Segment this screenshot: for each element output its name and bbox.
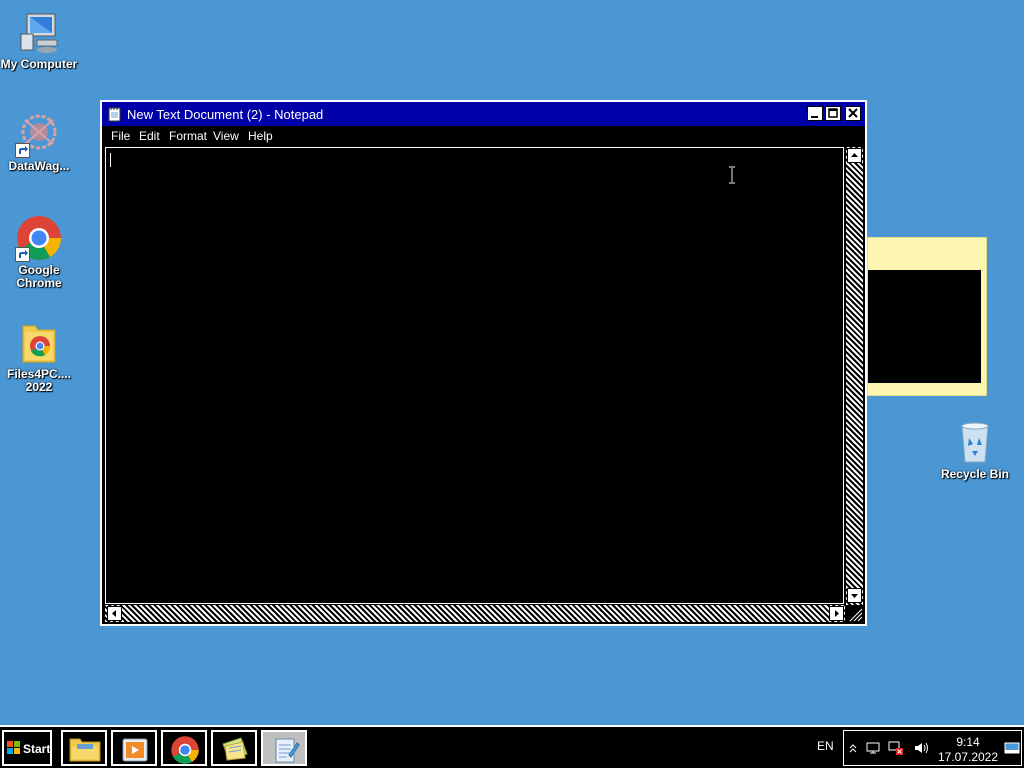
start-button[interactable]: Start bbox=[2, 730, 52, 766]
show-hidden-icons-chevron-icon[interactable] bbox=[849, 743, 857, 753]
horizontal-scrollbar[interactable] bbox=[105, 605, 845, 622]
scroll-right-button[interactable] bbox=[829, 606, 844, 621]
notepad-window[interactable]: New Text Document (2) - Notepad File Edi… bbox=[100, 100, 867, 626]
menu-format[interactable]: Format bbox=[169, 129, 207, 143]
vertical-scrollbar[interactable] bbox=[846, 147, 863, 605]
sticky-note-content[interactable] bbox=[868, 270, 981, 383]
network-disconnected-icon[interactable] bbox=[888, 740, 904, 756]
notepad-icon bbox=[108, 106, 122, 122]
folder-chrome-icon bbox=[15, 318, 63, 366]
volume-icon[interactable] bbox=[913, 741, 929, 755]
start-label: Start bbox=[23, 742, 51, 756]
text-caret bbox=[110, 153, 111, 167]
datawag-app-icon bbox=[15, 110, 63, 158]
taskbar-media-player[interactable] bbox=[111, 730, 157, 766]
clock-date: 17.07.2022 bbox=[937, 750, 999, 764]
desktop-icon-label: Google Chrome bbox=[16, 263, 62, 290]
taskbar-notepad[interactable] bbox=[261, 730, 307, 766]
menu-view[interactable]: View bbox=[213, 129, 239, 143]
chrome-icon bbox=[171, 736, 199, 764]
language-indicator[interactable]: EN bbox=[817, 739, 834, 753]
ibeam-cursor-icon bbox=[727, 166, 737, 184]
desktop-icon-files4pc[interactable]: Files4PC.... 2022 bbox=[0, 318, 78, 394]
show-desktop-icon[interactable] bbox=[1004, 742, 1020, 754]
resize-grip[interactable] bbox=[846, 605, 863, 622]
system-tray: 9:14 17.07.2022 bbox=[843, 730, 1022, 766]
windows-logo-icon bbox=[7, 741, 20, 754]
sticky-notes-icon bbox=[222, 737, 248, 761]
desktop-icon-datawag[interactable]: DataWag... bbox=[0, 110, 78, 173]
taskbar: Start EN 9:14 17.07.2022 bbox=[0, 725, 1024, 768]
menu-file[interactable]: File bbox=[111, 129, 130, 143]
minimize-button[interactable] bbox=[807, 106, 823, 121]
taskbar-sticky-notes[interactable] bbox=[211, 730, 257, 766]
desktop-icon-my-computer[interactable]: My Computer bbox=[0, 8, 78, 71]
scroll-left-button[interactable] bbox=[107, 606, 122, 621]
title-bar[interactable]: New Text Document (2) - Notepad bbox=[102, 102, 865, 126]
scroll-down-button[interactable] bbox=[847, 588, 862, 603]
file-explorer-icon bbox=[69, 738, 101, 762]
taskbar-file-explorer[interactable] bbox=[61, 730, 107, 766]
scroll-up-button[interactable] bbox=[847, 148, 862, 163]
menu-help[interactable]: Help bbox=[248, 129, 273, 143]
desktop-icon-recycle-bin[interactable]: Recycle Bin bbox=[936, 418, 1014, 481]
media-player-icon bbox=[122, 738, 148, 762]
clock[interactable]: 9:14 17.07.2022 bbox=[936, 731, 1000, 765]
menu-edit[interactable]: Edit bbox=[139, 129, 160, 143]
clock-time: 9:14 bbox=[956, 735, 980, 749]
desktop-icon-label: DataWag... bbox=[8, 159, 70, 173]
desktop-icon-label: Files4PC.... 2022 bbox=[6, 367, 72, 394]
window-title: New Text Document (2) - Notepad bbox=[127, 107, 324, 122]
desktop-icon-label: My Computer bbox=[0, 57, 78, 71]
notepad-icon bbox=[275, 738, 300, 763]
desktop-icon-label: Recycle Bin bbox=[940, 467, 1010, 481]
close-button[interactable] bbox=[845, 106, 861, 121]
computer-icon bbox=[15, 8, 63, 56]
desktop-icon-google-chrome[interactable]: Google Chrome bbox=[0, 214, 78, 290]
sticky-note-window[interactable] bbox=[867, 237, 987, 396]
menu-bar: File Edit Format View Help bbox=[102, 126, 865, 146]
chrome-icon bbox=[15, 214, 63, 262]
text-editor-area[interactable] bbox=[105, 147, 844, 604]
taskbar-chrome[interactable] bbox=[161, 730, 207, 766]
recycle-bin-icon bbox=[951, 418, 999, 466]
shortcut-arrow-icon bbox=[15, 143, 30, 158]
shortcut-arrow-icon bbox=[15, 247, 30, 262]
action-center-icon[interactable] bbox=[865, 741, 881, 755]
maximize-button[interactable] bbox=[825, 106, 841, 121]
